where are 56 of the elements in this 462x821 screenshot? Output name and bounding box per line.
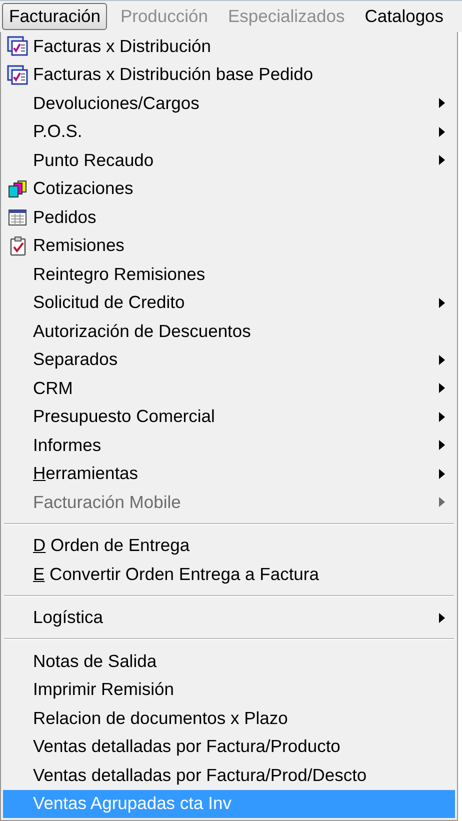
menu-item-label: Reintegro Remisiones [33,264,206,285]
menu-bar-item[interactable]: Catalogos [358,3,451,30]
menu-item[interactable]: Imprimir Remisión [3,676,455,704]
menu-item[interactable]: Logística [3,604,455,632]
menu-item-label: Facturas x Distribución [33,36,212,57]
menu-item-label: Devoluciones/Cargos [33,92,200,114]
menu-item-label: Presupuesto Comercial [33,406,216,428]
menu-item[interactable]: Informes [3,431,455,460]
menu-bar-item[interactable]: Facturación [2,3,108,30]
menu-item[interactable]: Herramientas [3,460,455,488]
menu-item[interactable]: Relacion de documentos x Plazo [3,704,455,732]
menu-item-label: Punto Recaudo [33,150,155,171]
checklist-icon [7,64,29,85]
menu-item[interactable]: Facturas x Distribución base Pedido [3,60,455,89]
menu-item-label: P.O.S. [33,121,84,142]
menu-item-label: Facturación Mobile [33,492,182,513]
menu-item-label: Ventas detalladas por Factura/Producto [33,736,342,758]
menu-item-label: E Convertir Orden Entrega a Factura [33,564,320,585]
menu-item[interactable]: Separados [3,346,455,374]
menu-item-label: Ventas detalladas por Factura/Prod/Descto [33,764,368,786]
menu-item-label: Autorización de Descuentos [33,320,252,342]
menu-item-label: D Orden de Entrega [33,535,191,556]
menu-item[interactable]: Facturas x Distribución [3,32,455,60]
menu-item-label: Ventas Agrupadas cta Inv [33,793,232,814]
cubes-icon [7,178,29,199]
menu-item-label: Imprimir Remisión [33,679,175,700]
menu-item[interactable]: D Orden de Entrega [3,532,455,560]
menu-item[interactable]: Remisiones [3,232,455,260]
menu-item-label: Informes [33,434,102,456]
menu-item[interactable]: Autorización de Descuentos [3,317,455,346]
menu-item-label: Separados [33,349,119,370]
menu-item-label: Logística [33,607,104,628]
menu-item[interactable]: Presupuesto Comercial [3,402,455,431]
menu-item[interactable]: Punto Recaudo [3,146,455,174]
menu-item-label: Notas de Salida [33,650,158,672]
menu-item-label: Remisiones [33,235,126,256]
menu-item[interactable]: Devoluciones/Cargos [3,89,455,118]
table-icon [7,207,29,228]
menu-item[interactable]: CRM [3,374,455,402]
menu-item[interactable]: Reintegro Remisiones [3,260,455,288]
menu-item-label: CRM [33,378,74,399]
menu-item[interactable]: Ventas detalladas por Factura/Producto [3,732,455,761]
menu-item[interactable]: Notas de Salida [3,647,455,676]
menu-item[interactable]: E Convertir Orden Entrega a Factura [3,560,455,588]
menu-item-label: Herramientas [33,463,140,484]
menu-item[interactable]: Cotizaciones [3,174,455,203]
menu-item-label: Pedidos [33,206,98,228]
menu-item-label: Cotizaciones [33,178,134,200]
menu-item-label: Facturas x Distribución base Pedido [33,64,314,86]
menu-item[interactable]: P.O.S. [3,118,455,146]
menu-item[interactable]: Solicitud de Credito [3,288,455,317]
menu-item[interactable]: Pedidos [3,203,455,232]
checklist-icon [7,36,29,56]
menu-item-label: Relacion de documentos x Plazo [33,708,289,729]
menu-item[interactable]: Ventas detalladas por Factura/Prod/Descto [3,761,455,790]
menu-item-label: Solicitud de Credito [33,292,186,314]
